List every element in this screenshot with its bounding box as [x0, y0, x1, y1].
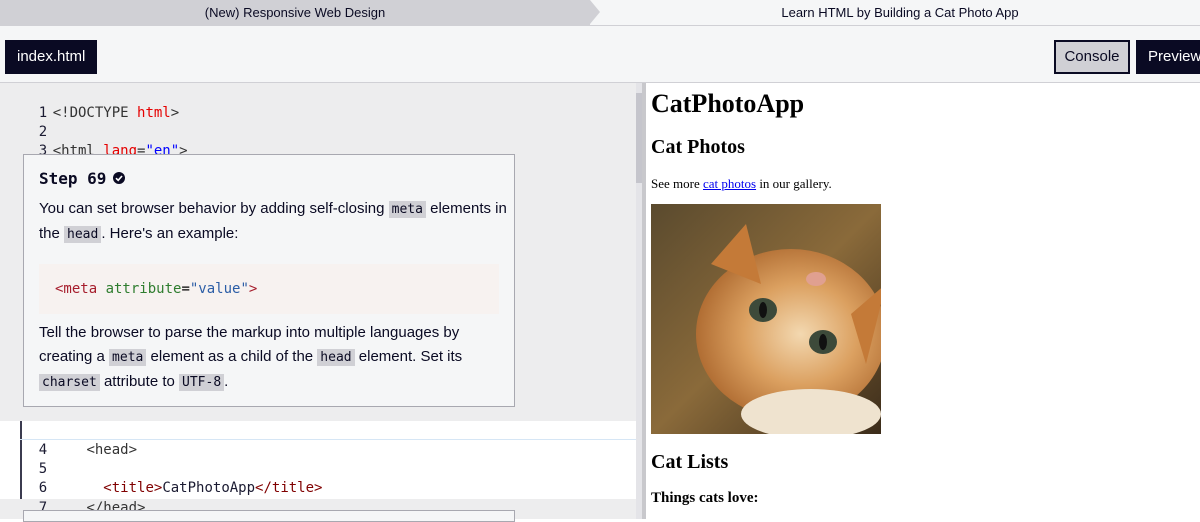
step-text-segment: .	[224, 373, 229, 390]
breadcrumb: (New) Responsive Web Design Learn HTML b…	[0, 0, 1200, 26]
inline-code: meta	[109, 349, 147, 366]
check-circle-icon	[113, 172, 125, 184]
preview-pane: CatPhotoApp Cat Photos See more cat phot…	[646, 83, 1200, 519]
step-text-segment: You can set browser behavior by adding s…	[39, 200, 389, 217]
breadcrumb-separator	[590, 0, 600, 24]
example-token: "value"	[189, 281, 249, 297]
inline-code: head	[64, 226, 102, 243]
code-line-6[interactable]: 6 <title>CatPhotoApp</title>	[0, 458, 323, 496]
file-tab-label: index.html	[17, 48, 86, 65]
preview-subheading: Things cats love:	[651, 490, 759, 506]
example-token: attribute	[105, 281, 182, 297]
console-button-label: Console	[1064, 48, 1120, 65]
code-line-4[interactable]: 4 <head>	[0, 420, 137, 458]
step-text-segment: element as a child of the	[146, 348, 318, 365]
preview-button[interactable]: Preview	[1136, 40, 1200, 74]
step-text-segment: attribute to	[99, 373, 180, 390]
code-token: >	[170, 105, 180, 121]
step-description-2: Tell the browser to parse the markup int…	[39, 321, 509, 395]
code-line-1[interactable]: 1 <!DOCTYPE html>	[0, 83, 179, 121]
example-token: <meta	[55, 281, 106, 297]
step-title: Step 69	[39, 169, 107, 188]
code-line-2[interactable]: 2	[0, 102, 53, 140]
console-button[interactable]: Console	[1054, 40, 1130, 74]
code-example: <meta attribute="value">	[39, 264, 499, 314]
preview-section-cat-lists: Cat Lists	[651, 451, 729, 473]
file-tab-index-html[interactable]: index.html	[5, 40, 98, 74]
breadcrumb-course[interactable]: (New) Responsive Web Design	[0, 0, 590, 25]
step-text-segment: . Here's an example:	[101, 225, 239, 242]
breadcrumb-project-label: Learn HTML by Building a Cat Photo App	[781, 5, 1019, 20]
editor-toolbar: index.html Console Preview	[0, 26, 1200, 83]
code-token: CatPhotoApp	[162, 480, 256, 496]
cat-photos-link[interactable]: cat photos	[703, 176, 756, 191]
example-token: >	[248, 281, 258, 297]
inline-code: UTF-8	[179, 374, 225, 391]
preview-heading: CatPhotoApp	[651, 89, 805, 118]
next-card-edge	[23, 510, 515, 522]
step-instructions-card: Step 69 You can set browser behavior by …	[23, 154, 515, 407]
preview-text: See more	[651, 176, 703, 191]
inline-code: charset	[39, 374, 100, 391]
code-line-5[interactable]: 5	[0, 439, 53, 477]
preview-button-label: Preview	[1148, 48, 1200, 65]
preview-section-cat-photos: Cat Photos	[651, 136, 745, 158]
code-line-7[interactable]: 7 </head>	[0, 478, 146, 516]
breadcrumb-project[interactable]: Learn HTML by Building a Cat Photo App	[600, 0, 1200, 25]
code-token: </title>	[255, 480, 323, 496]
cat-photo-image[interactable]	[651, 204, 881, 434]
preview-text: in our gallery.	[756, 176, 832, 191]
code-token: <head>	[86, 442, 138, 458]
step-description-1: You can set browser behavior by adding s…	[39, 197, 509, 247]
inline-code: head	[317, 349, 355, 366]
code-token: html	[137, 105, 171, 121]
inline-code: meta	[388, 201, 426, 218]
breadcrumb-course-label: (New) Responsive Web Design	[204, 5, 386, 20]
step-text-segment: element. Set its	[354, 348, 463, 365]
code-token: <!DOCTYPE	[52, 105, 138, 121]
example-token: =	[181, 281, 190, 297]
preview-paragraph: See more cat photos in our gallery.	[651, 176, 832, 192]
code-line-3[interactable]: 3 <html lang="en">	[0, 121, 188, 159]
